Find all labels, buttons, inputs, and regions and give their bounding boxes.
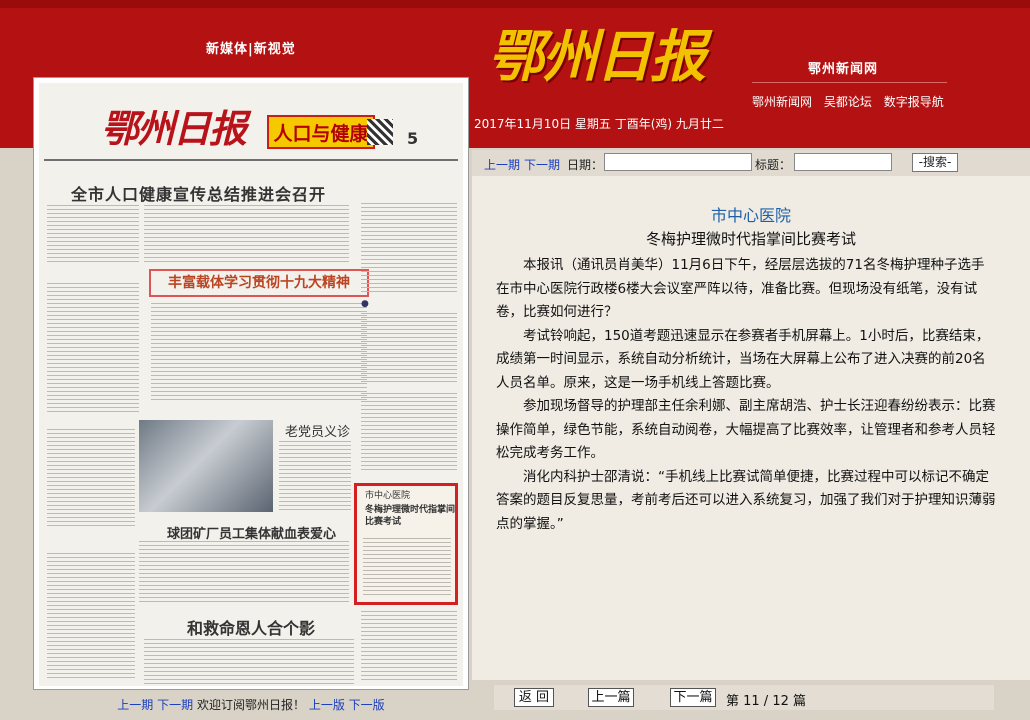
paper-section-box: 人口与健康 xyxy=(267,115,375,149)
footer-prev-issue-link[interactable]: 上一期 xyxy=(117,698,153,712)
header-links: 鄂州新闻网 吴都论坛 数字报导航 xyxy=(752,93,952,110)
paper-text-block xyxy=(361,611,457,681)
paper-text-block xyxy=(361,313,457,383)
article-paragraph: 参加现场督导的护理部主任余利娜、副主席胡浩、护士长汪迎春纷纷表示：比赛操作简单，… xyxy=(496,398,996,461)
paper-headline-doctor[interactable]: 老党员义诊 xyxy=(285,421,350,440)
highlight-title: 冬梅护理微时代指掌间比赛考试 xyxy=(365,505,456,527)
paper-header-rule xyxy=(44,159,458,161)
title-label: 标题： xyxy=(755,158,792,172)
paper-headline-bottom[interactable]: 和救命恩人合个影 xyxy=(187,615,315,639)
paper-footer: 上一期 下一期 欢迎订阅鄂州日报！ 上一版 下一版 xyxy=(33,690,469,720)
paper-text-block xyxy=(144,205,349,263)
highlight-section: 市中心医院 xyxy=(365,491,411,501)
paper-page-number: 5 xyxy=(407,129,419,148)
paper-text-block xyxy=(47,205,139,265)
paper-text-block xyxy=(151,303,367,403)
paper-text-block xyxy=(361,203,457,293)
paper-text-block xyxy=(279,441,351,511)
footer-next-page-link[interactable]: 下一版 xyxy=(349,698,385,712)
article-panel: 市中心医院 冬梅护理微时代指掌间比赛考试 本报讯（通讯员肖美华）11月6日下午，… xyxy=(472,176,1030,680)
article-body: 本报讯（通讯员肖美华）11月6日下午，经层层选拔的71名冬梅护理种子选手在市中心… xyxy=(496,254,996,536)
article-section: 市中心医院 xyxy=(710,206,791,225)
date-input[interactable] xyxy=(604,153,752,171)
next-issue-link[interactable]: 下一期 xyxy=(524,156,560,173)
next-article-button[interactable]: 下一篇 xyxy=(670,688,716,707)
paper-text-block xyxy=(47,283,139,413)
footer-welcome-text: 欢迎订阅鄂州日报！ xyxy=(196,698,305,712)
article-paragraph: 本报讯（通讯员肖美华）11月6日下午，经层层选拔的71名冬梅护理种子选手在市中心… xyxy=(496,257,985,320)
prev-issue-link[interactable]: 上一期 xyxy=(484,156,520,173)
newspaper-page-image[interactable]: 鄂州日报 人口与健康 5 全市人口健康宣传总结推进会召开 丰富载体学习贯彻十九大… xyxy=(39,83,463,686)
title-search-input[interactable] xyxy=(794,153,892,171)
paper-text-block xyxy=(139,541,349,603)
header-link-nav[interactable]: 数字报导航 xyxy=(884,95,944,109)
article-paragraph: 考试铃响起，150道考题迅速显示在参赛者手机屏幕上。1小时后，比赛结束，成绩第一… xyxy=(496,327,990,391)
paper-text-block xyxy=(144,639,354,684)
newspaper-page-frame: 鄂州日报 人口与健康 5 全市人口健康宣传总结推进会召开 丰富载体学习贯彻十九大… xyxy=(33,77,469,690)
article-title: 冬梅护理微时代指掌间比赛考试 xyxy=(645,230,856,248)
paper-side-headline: ● xyxy=(361,299,369,309)
highlighted-article-box[interactable]: 市中心医院 冬梅护理微时代指掌间比赛考试 xyxy=(354,483,458,605)
search-bar: 上一期 下一期 日期： 标题： -搜索- xyxy=(472,150,1030,176)
site-logo[interactable]: 鄂州日报 xyxy=(488,12,728,102)
footer-prev-page-link[interactable]: 上一版 xyxy=(309,698,345,712)
back-button[interactable]: 返 回 xyxy=(514,688,554,707)
article-nav-bar: 返 回 上一篇 下一篇 第 11 / 12 篇 xyxy=(494,685,994,710)
issue-date: 2017年11月10日 星期五 丁酉年(鸡) 九月廿二 xyxy=(474,117,724,131)
paper-text-block xyxy=(361,393,457,473)
paper-text-block xyxy=(47,553,135,678)
paper-headline-blood[interactable]: 球团矿厂员工集体献血表爱心 xyxy=(167,523,336,542)
date-label: 日期： xyxy=(567,158,604,172)
header-band xyxy=(0,0,1030,8)
paper-text-block xyxy=(363,538,451,598)
article-paragraph: 消化内科护士邵清说：“手机线上比赛试简单便捷，比赛过程中可以标记不确定答案的题目… xyxy=(496,468,996,532)
header-link-news[interactable]: 鄂州新闻网 xyxy=(752,95,812,109)
site-name: 鄂州新闻网 xyxy=(808,62,879,77)
paper-text-block xyxy=(47,429,135,529)
paper-headline-main[interactable]: 全市人口健康宣传总结推进会召开 xyxy=(71,181,326,205)
article-page-info: 第 11 / 12 篇 xyxy=(726,694,806,709)
footer-next-issue-link[interactable]: 下一期 xyxy=(157,698,193,712)
header-divider xyxy=(752,82,947,83)
paper-headline-box[interactable]: 丰富载体学习贯彻十九大精神 xyxy=(149,269,369,297)
prev-article-button[interactable]: 上一篇 xyxy=(588,688,634,707)
qr-code-icon xyxy=(367,119,393,145)
header-link-forum[interactable]: 吴都论坛 xyxy=(824,95,872,109)
paper-photo xyxy=(139,420,273,512)
header-slogan: 新媒体|新视觉 xyxy=(206,42,296,57)
search-button[interactable]: -搜索- xyxy=(912,153,958,172)
paper-logo: 鄂州日报 xyxy=(101,106,247,151)
